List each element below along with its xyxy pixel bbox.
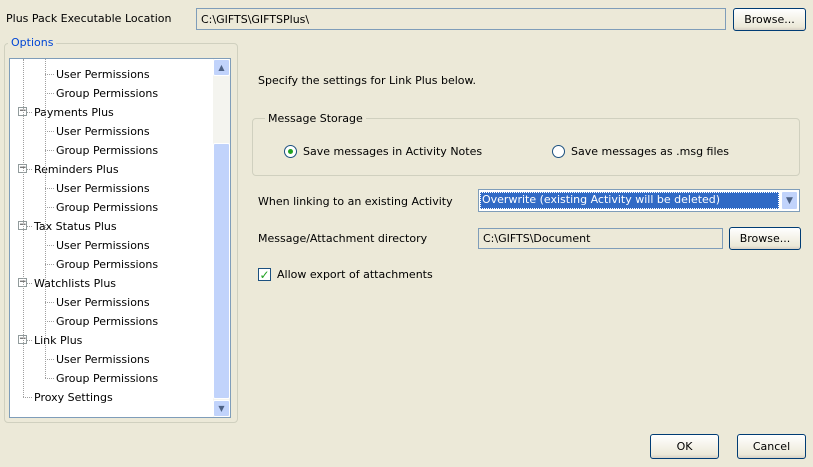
- attachment-browse-button[interactable]: Browse...: [729, 227, 801, 250]
- tree-item-label: Proxy Settings: [34, 391, 113, 404]
- cancel-button[interactable]: Cancel: [737, 434, 806, 459]
- tree-scroll-thumb[interactable]: [213, 143, 230, 399]
- allow-export-option[interactable]: ✓ Allow export of attachments: [258, 268, 433, 281]
- radio-button[interactable]: [284, 145, 297, 158]
- options-tree[interactable]: User Permissions Group Permissions Payment…: [9, 58, 231, 418]
- exe-location-label: Plus Pack Executable Location: [6, 12, 172, 25]
- tree-item[interactable]: User Permissions: [56, 236, 150, 255]
- radio-msg-files[interactable]: Save messages as .msg files: [552, 145, 729, 158]
- tree-item[interactable]: Reminders Plus: [34, 160, 119, 179]
- tree-item[interactable]: User Permissions: [56, 179, 150, 198]
- settings-intro: Specify the settings for Link Plus below…: [258, 74, 476, 87]
- attachment-dir-field[interactable]: C:\GIFTS\Document: [478, 228, 723, 249]
- existing-activity-value: Overwrite (existing Activity will be del…: [480, 192, 779, 209]
- tree-item[interactable]: Link Plus: [34, 331, 82, 350]
- tree-item[interactable]: Group Permissions: [56, 369, 158, 388]
- tree-item-label: User Permissions: [56, 68, 150, 81]
- attachment-dir-label: Message/Attachment directory: [258, 232, 428, 245]
- tree-item[interactable]: Group Permissions: [56, 141, 158, 160]
- tree-item-label: Link Plus: [34, 334, 83, 347]
- tree-item[interactable]: User Permissions: [56, 122, 150, 141]
- chevron-down-icon[interactable]: ▼: [781, 191, 798, 210]
- tree-scrollbar[interactable]: ▲ ▼: [213, 59, 230, 417]
- tree-item-label: Group Permissions: [56, 201, 159, 214]
- exe-location-field[interactable]: C:\GIFTS\GIFTSPlus\: [196, 8, 726, 30]
- tree-item[interactable]: User Permissions: [56, 350, 150, 369]
- radio-activity-notes[interactable]: Save messages in Activity Notes: [284, 145, 482, 158]
- tree-item[interactable]: User Permissions: [56, 65, 150, 84]
- tree-item-label: User Permissions: [56, 182, 150, 195]
- tree-item[interactable]: Group Permissions: [56, 198, 158, 217]
- options-group-title: Options: [8, 36, 57, 49]
- tree-item-label: Tax Status Plus: [34, 220, 117, 233]
- radio-activity-notes-label: Save messages in Activity Notes: [303, 145, 483, 158]
- tree-item[interactable]: Watchlists Plus: [34, 274, 116, 293]
- tree-item[interactable]: Proxy Settings: [34, 388, 113, 407]
- tree-item-label: User Permissions: [56, 239, 150, 252]
- existing-activity-select[interactable]: Overwrite (existing Activity will be del…: [478, 189, 800, 212]
- allow-export-label: Allow export of attachments: [277, 268, 433, 281]
- tree-item-label: User Permissions: [56, 125, 150, 138]
- tree-item-label: Group Permissions: [56, 372, 159, 385]
- exe-browse-button[interactable]: Browse...: [733, 8, 806, 31]
- message-storage-title: Message Storage: [265, 112, 366, 125]
- tree-item-label: User Permissions: [56, 353, 150, 366]
- tree-item-label: Reminders Plus: [34, 163, 119, 176]
- radio-button[interactable]: [552, 145, 565, 158]
- tree-item-label: Group Permissions: [56, 258, 159, 271]
- radio-msg-files-label: Save messages as .msg files: [571, 145, 730, 158]
- tree-item-label: Group Permissions: [56, 144, 159, 157]
- ok-button[interactable]: OK: [650, 434, 719, 459]
- allow-export-checkbox[interactable]: ✓: [258, 268, 271, 281]
- check-icon: ✓: [259, 267, 270, 282]
- tree-item[interactable]: Group Permissions: [56, 84, 158, 103]
- tree-item-label: User Permissions: [56, 296, 150, 309]
- tree-item[interactable]: User Permissions: [56, 293, 150, 312]
- tree-item[interactable]: Group Permissions: [56, 255, 158, 274]
- tree-item-label: Watchlists Plus: [34, 277, 117, 290]
- tree-item-label: Group Permissions: [56, 87, 159, 100]
- tree-item-label: Group Permissions: [56, 315, 159, 328]
- tree-item[interactable]: Group Permissions: [56, 312, 158, 331]
- tree-item[interactable]: Tax Status Plus: [34, 217, 117, 236]
- chevron-up-icon[interactable]: ▲: [213, 59, 230, 76]
- existing-activity-label: When linking to an existing Activity: [258, 195, 453, 208]
- chevron-down-icon[interactable]: ▼: [213, 400, 230, 417]
